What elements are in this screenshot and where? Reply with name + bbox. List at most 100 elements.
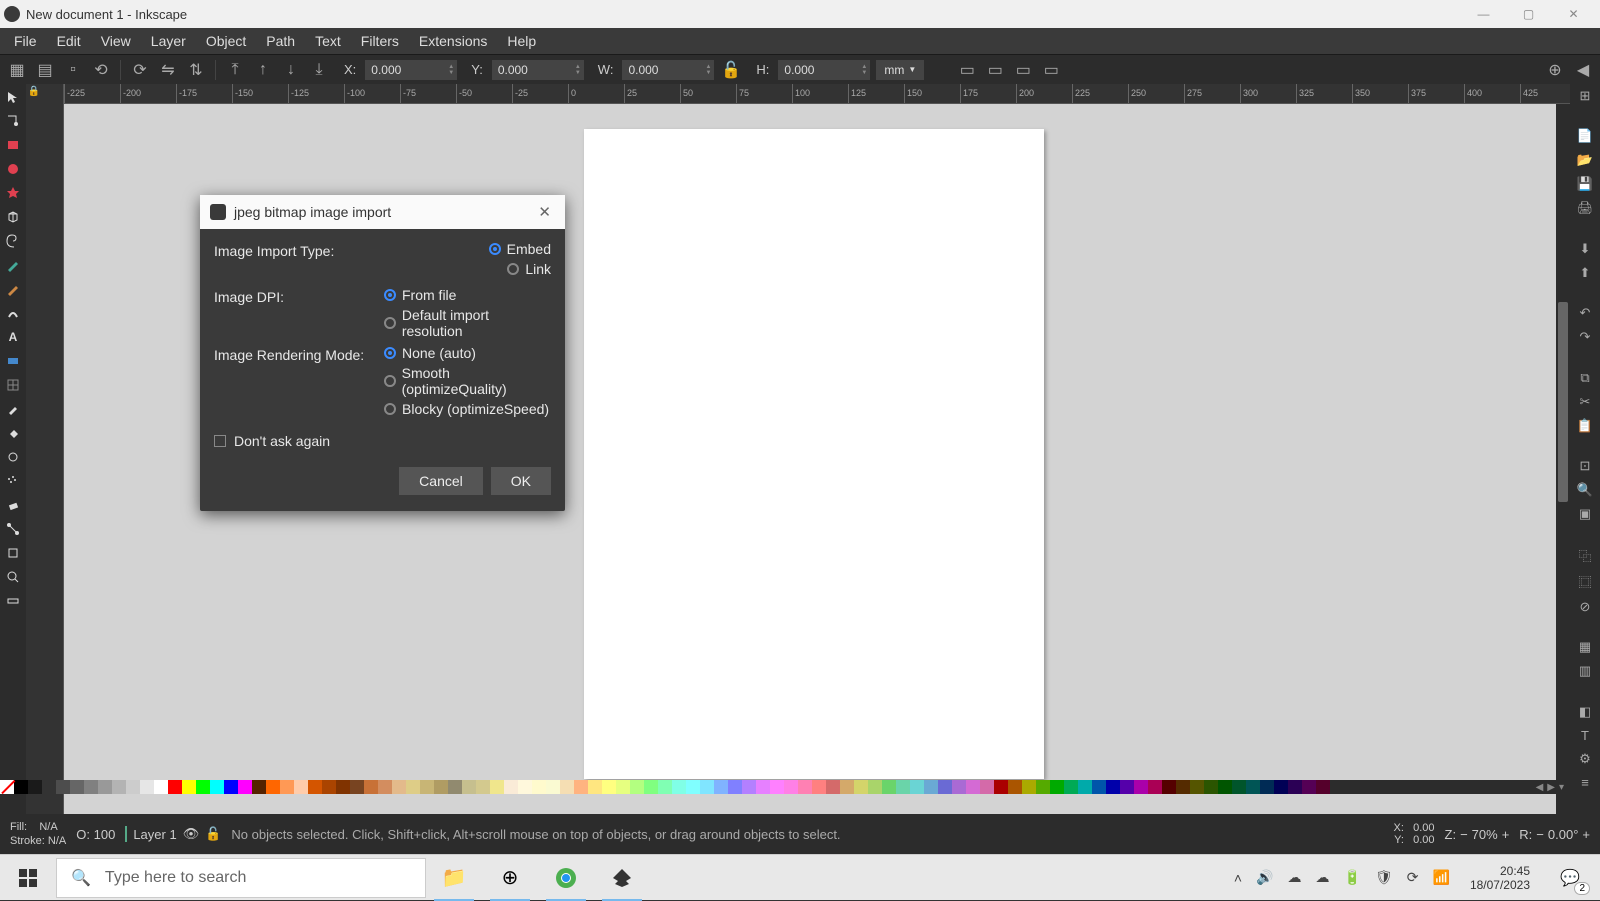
deselect-icon[interactable]: ▫ [62, 59, 84, 81]
color-swatch[interactable] [924, 780, 938, 794]
color-swatch[interactable] [812, 780, 826, 794]
color-swatch[interactable] [70, 780, 84, 794]
fill-stroke-icon[interactable]: ◧ [1576, 704, 1594, 720]
taskbar-app-icon[interactable]: ⊕ [482, 855, 538, 901]
radio-embed[interactable] [489, 243, 501, 255]
color-swatch[interactable] [1204, 780, 1218, 794]
zoom-control[interactable]: Z: −70%+ [1445, 827, 1510, 842]
connector-tool-icon[interactable] [4, 520, 22, 538]
snap-toggle-icon[interactable]: ⊕ [1544, 59, 1566, 81]
color-swatch[interactable] [406, 780, 420, 794]
menu-path[interactable]: Path [256, 30, 305, 52]
radio-render-smooth[interactable] [384, 375, 396, 387]
close-window-button[interactable]: ✕ [1551, 0, 1596, 28]
color-swatch[interactable] [392, 780, 406, 794]
calligraphy-tool-icon[interactable] [4, 304, 22, 322]
zoom-fit-icon[interactable]: ⊡ [1576, 458, 1594, 474]
color-swatch[interactable] [504, 780, 518, 794]
radio-dpi-file[interactable] [384, 289, 396, 301]
move-gradients-icon[interactable]: ▭ [1012, 59, 1034, 81]
color-swatch[interactable] [42, 780, 56, 794]
paste-icon[interactable]: 📋 [1576, 418, 1594, 434]
color-swatch[interactable] [672, 780, 686, 794]
color-swatch[interactable] [756, 780, 770, 794]
w-spinner[interactable]: ▲▼ [702, 64, 714, 76]
layer-indicator[interactable]: Layer 1 [133, 827, 176, 842]
color-swatch[interactable] [56, 780, 70, 794]
scale-corners-icon[interactable]: ▭ [984, 59, 1006, 81]
tray-sound-icon[interactable]: 🔊 [1252, 865, 1277, 890]
color-swatch[interactable] [476, 780, 490, 794]
tray-chevron-icon[interactable]: ˄ [1230, 866, 1246, 890]
color-swatch[interactable] [742, 780, 756, 794]
color-swatch[interactable] [84, 780, 98, 794]
notification-center[interactable]: 💬2 [1546, 855, 1594, 901]
ungroup-icon[interactable]: ▥ [1576, 663, 1594, 679]
color-swatch[interactable] [1148, 780, 1162, 794]
color-swatch[interactable] [210, 780, 224, 794]
menu-filters[interactable]: Filters [351, 30, 409, 52]
raise-icon[interactable]: ↑ [252, 59, 274, 81]
color-swatch[interactable] [798, 780, 812, 794]
taskbar-inkscape-icon[interactable] [594, 855, 650, 901]
duplicate-icon[interactable]: ⿻ [1576, 547, 1594, 565]
color-swatch[interactable] [1246, 780, 1260, 794]
color-swatch[interactable] [840, 780, 854, 794]
xml-icon[interactable]: ⚙ [1576, 751, 1594, 767]
panel-toggle-icon[interactable]: ◀ [1572, 59, 1594, 81]
guide-lock[interactable]: 🔒 [26, 84, 42, 854]
color-swatch[interactable] [518, 780, 532, 794]
pencil-tool-icon[interactable] [4, 280, 22, 298]
color-swatch[interactable] [308, 780, 322, 794]
copy-icon[interactable]: ⧉ [1576, 370, 1594, 386]
x-spinner[interactable]: ▲▼ [445, 64, 457, 76]
flip-v-icon[interactable]: ⇅ [185, 59, 207, 81]
taskbar-explorer-icon[interactable]: 📁 [426, 855, 482, 901]
node-tool-icon[interactable] [4, 112, 22, 130]
color-swatch[interactable] [896, 780, 910, 794]
w-input[interactable] [622, 60, 702, 80]
lower-icon[interactable]: ↓ [280, 59, 302, 81]
select-all-icon[interactable]: ▦ [6, 59, 28, 81]
unit-selector[interactable]: mm▼ [876, 60, 924, 80]
zoom-tool-icon[interactable] [4, 568, 22, 586]
color-swatch[interactable] [252, 780, 266, 794]
tray-wifi-icon[interactable]: 📶 [1429, 865, 1454, 890]
mesh-tool-icon[interactable] [4, 376, 22, 394]
color-swatch[interactable] [770, 780, 784, 794]
color-swatch[interactable] [14, 780, 28, 794]
color-swatch[interactable] [1008, 780, 1022, 794]
spray-tool-icon[interactable] [4, 472, 22, 490]
export-icon[interactable]: ⬆ [1576, 265, 1594, 281]
color-swatch[interactable] [1302, 780, 1316, 794]
color-swatch[interactable] [350, 780, 364, 794]
radio-link[interactable] [507, 263, 519, 275]
menu-layer[interactable]: Layer [141, 30, 196, 52]
select-all-layers-icon[interactable]: ▤ [34, 59, 56, 81]
color-swatch[interactable] [602, 780, 616, 794]
color-swatch[interactable] [1022, 780, 1036, 794]
vertical-ruler[interactable] [42, 84, 64, 854]
color-swatch[interactable] [294, 780, 308, 794]
ok-button[interactable]: OK [491, 467, 551, 495]
palette-scroll-right[interactable]: ▶ [1547, 782, 1555, 793]
3dbox-tool-icon[interactable] [4, 208, 22, 226]
color-swatch[interactable] [154, 780, 168, 794]
menu-help[interactable]: Help [497, 30, 546, 52]
color-swatch[interactable] [182, 780, 196, 794]
color-swatch[interactable] [1260, 780, 1274, 794]
vertical-scrollbar[interactable] [1556, 104, 1570, 840]
color-swatch[interactable] [1288, 780, 1302, 794]
color-swatch[interactable] [938, 780, 952, 794]
y-input[interactable] [492, 60, 572, 80]
color-swatch[interactable] [322, 780, 336, 794]
taskbar-chrome-icon[interactable] [538, 855, 594, 901]
import-icon[interactable]: ⬇ [1576, 241, 1594, 257]
color-swatch[interactable] [1106, 780, 1120, 794]
menu-object[interactable]: Object [196, 30, 256, 52]
tray-security-icon[interactable]: 🛡 [1371, 865, 1397, 890]
cut-icon[interactable]: ✂ [1576, 394, 1594, 410]
color-swatch[interactable] [658, 780, 672, 794]
color-swatch[interactable] [980, 780, 994, 794]
zoom-drawing-icon[interactable]: 🔍 [1576, 482, 1594, 498]
